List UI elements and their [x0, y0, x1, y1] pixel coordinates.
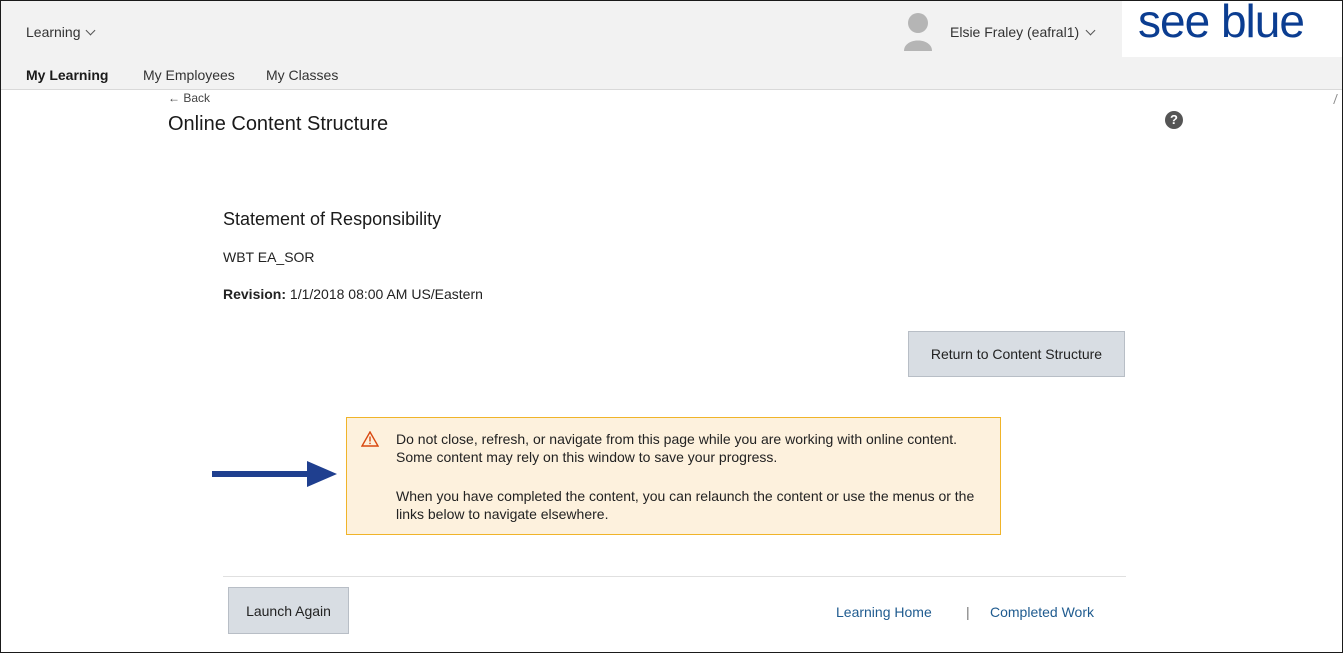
completed-work-link[interactable]: Completed Work: [990, 604, 1094, 620]
learning-home-link[interactable]: Learning Home: [836, 604, 932, 620]
warning-message: Do not close, refresh, or navigate from …: [346, 417, 1001, 535]
user-menu[interactable]: Elsie Fraley (eafral1): [950, 24, 1096, 40]
learning-menu[interactable]: Learning: [26, 24, 95, 40]
avatar[interactable]: [902, 11, 934, 51]
launch-again-button[interactable]: Launch Again: [228, 587, 349, 634]
return-to-content-structure-button[interactable]: Return to Content Structure: [908, 331, 1125, 377]
chevron-down-icon: [85, 25, 95, 35]
warning-triangle-icon: [361, 431, 379, 447]
learning-menu-label: Learning: [26, 24, 81, 40]
content-title: Statement of Responsibility: [223, 209, 442, 229]
revision-line: Revision: 1/1/2018 08:00 AM US/Eastern: [223, 286, 483, 302]
revision-value: 1/1/2018 08:00 AM US/Eastern: [289, 286, 483, 302]
content-code: WBT EA_SOR: [223, 249, 315, 265]
link-separator: |: [966, 604, 970, 620]
tab-my-learning[interactable]: My Learning: [26, 67, 108, 83]
brand-logo: see blue: [1138, 0, 1305, 47]
warning-text-1: Do not close, refresh, or navigate from …: [396, 431, 958, 465]
tab-my-classes[interactable]: My Classes: [266, 67, 338, 83]
warning-text-2: When you have completed the content, you…: [396, 488, 975, 522]
page-title: Online Content Structure: [168, 113, 389, 135]
chevron-down-icon: [1085, 25, 1096, 35]
revision-label: Revision:: [223, 286, 287, 302]
user-name: Elsie Fraley (eafral1): [950, 24, 1080, 40]
back-link[interactable]: ← Back: [168, 91, 210, 105]
divider: [223, 576, 1126, 577]
right-arrow-icon: [212, 461, 337, 487]
tab-my-employees[interactable]: My Employees: [143, 67, 235, 83]
help-circle-icon[interactable]: ?: [1165, 111, 1183, 129]
